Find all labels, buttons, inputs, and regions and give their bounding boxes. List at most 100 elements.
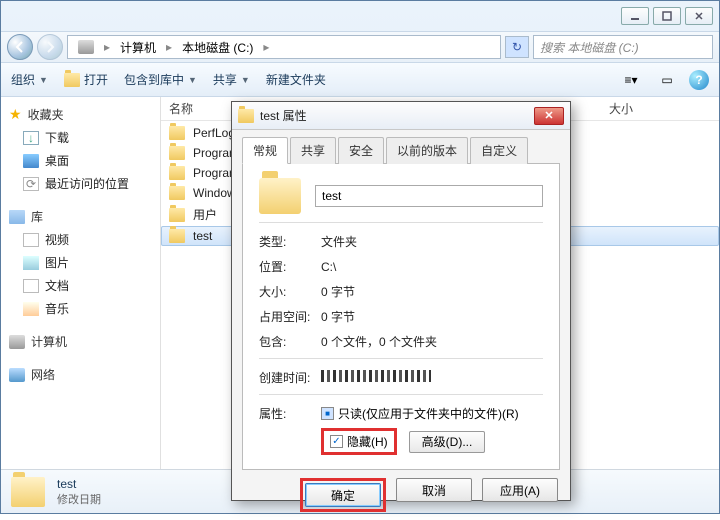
sidebar-item-music[interactable]: 音乐 <box>5 297 156 320</box>
tab-previous[interactable]: 以前的版本 <box>386 137 468 164</box>
sidebar-item-network[interactable]: 网络 <box>5 363 156 386</box>
size-value: 0 字节 <box>321 283 355 300</box>
close-button[interactable] <box>685 7 713 25</box>
details-name: test <box>57 477 101 491</box>
sidebar-item-recent[interactable]: 最近访问的位置 <box>5 172 156 195</box>
ondisk-label: 占用空间: <box>259 308 321 325</box>
tab-custom[interactable]: 自定义 <box>470 137 528 164</box>
size-label: 大小: <box>259 283 321 300</box>
advanced-button[interactable]: 高级(D)... <box>409 431 486 453</box>
video-icon <box>23 233 39 247</box>
chevron-down-icon: ▾ <box>631 73 637 87</box>
folder-icon <box>169 229 185 243</box>
sidebar-item-pictures[interactable]: 图片 <box>5 251 156 274</box>
hidden-checkbox[interactable]: 隐藏(H) <box>330 433 388 450</box>
apply-button[interactable]: 应用(A) <box>482 478 558 502</box>
network-icon <box>9 368 25 382</box>
sidebar-item-video[interactable]: 视频 <box>5 228 156 251</box>
details-meta: 修改日期 <box>57 491 101 507</box>
chevron-down-icon: ▼ <box>241 75 250 85</box>
music-icon <box>23 302 39 316</box>
cancel-button[interactable]: 取消 <box>396 478 472 502</box>
explorer-window: ▸ 计算机 ▸ 本地磁盘 (C:) ▸ ↻ 搜索 本地磁盘 (C:) 组织▼ 打… <box>0 0 720 514</box>
breadcrumb-drive[interactable]: 本地磁盘 (C:) <box>176 39 259 56</box>
folder-name-input[interactable] <box>315 185 543 207</box>
ok-button[interactable]: 确定 <box>305 483 381 507</box>
nav-bar: ▸ 计算机 ▸ 本地磁盘 (C:) ▸ ↻ 搜索 本地磁盘 (C:) <box>1 31 719 63</box>
refresh-button[interactable]: ↻ <box>505 36 529 58</box>
download-icon <box>23 131 39 145</box>
folder-icon <box>238 109 254 123</box>
new-folder-button[interactable]: 新建文件夹 <box>266 71 326 88</box>
chevron-right-icon: ▸ <box>164 40 174 54</box>
pictures-icon <box>23 256 39 270</box>
library-icon <box>9 210 25 224</box>
chevron-right-icon: ▸ <box>102 40 112 54</box>
dialog-title: test 属性 <box>260 107 534 124</box>
type-label: 类型: <box>259 233 321 250</box>
tab-general[interactable]: 常规 <box>242 137 288 164</box>
folder-icon <box>64 73 80 87</box>
organize-menu[interactable]: 组织▼ <box>11 71 48 88</box>
chevron-right-icon: ▸ <box>261 40 271 54</box>
breadcrumb-computer[interactable]: 计算机 <box>114 39 162 56</box>
computer-icon <box>9 335 25 349</box>
include-menu[interactable]: 包含到库中▼ <box>124 71 197 88</box>
open-label: 打开 <box>84 71 108 88</box>
maximize-button[interactable] <box>653 7 681 25</box>
tab-share[interactable]: 共享 <box>290 137 336 164</box>
desktop-icon <box>23 154 39 168</box>
folder-icon <box>169 146 185 160</box>
location-value: C:\ <box>321 260 336 274</box>
folder-icon <box>169 186 185 200</box>
readonly-checkbox[interactable]: 只读(仅应用于文件夹中的文件)(R) <box>321 405 543 422</box>
dialog-titlebar[interactable]: test 属性 ✕ <box>232 102 570 130</box>
attrs-label: 属性: <box>259 405 321 422</box>
window-titlebar <box>1 1 719 31</box>
breadcrumb[interactable]: ▸ 计算机 ▸ 本地磁盘 (C:) ▸ <box>67 35 501 59</box>
minimize-button[interactable] <box>621 7 649 25</box>
forward-button[interactable] <box>37 34 63 60</box>
checkbox-icon <box>321 407 334 420</box>
share-menu[interactable]: 共享▼ <box>213 71 250 88</box>
command-bar: 组织▼ 打开 包含到库中▼ 共享▼ 新建文件夹 ≡▾ ▭ ? <box>1 63 719 97</box>
ondisk-value: 0 字节 <box>321 308 355 325</box>
sidebar-item-computer[interactable]: 计算机 <box>5 330 156 353</box>
created-label: 创建时间: <box>259 369 321 386</box>
folder-icon <box>11 477 45 507</box>
back-button[interactable] <box>7 34 33 60</box>
sidebar-item-documents[interactable]: 文档 <box>5 274 156 297</box>
sidebar-favorites[interactable]: ★收藏夹 <box>5 103 156 126</box>
contains-value: 0 个文件，0 个文件夹 <box>321 333 437 350</box>
type-value: 文件夹 <box>321 233 357 250</box>
favorites-label: 收藏夹 <box>28 106 64 123</box>
preview-pane-button[interactable]: ▭ <box>653 69 681 91</box>
properties-dialog: test 属性 ✕ 常规 共享 安全 以前的版本 自定义 类型:文件夹 位置:C… <box>231 101 571 501</box>
checkbox-icon <box>330 435 343 448</box>
tab-security[interactable]: 安全 <box>338 137 384 164</box>
contains-label: 包含: <box>259 333 321 350</box>
new-folder-label: 新建文件夹 <box>266 71 326 88</box>
redacted-text <box>321 370 431 382</box>
location-label: 位置: <box>259 258 321 275</box>
view-mode-button[interactable]: ≡▾ <box>617 69 645 91</box>
sidebar-item-desktop[interactable]: 桌面 <box>5 149 156 172</box>
created-value <box>321 370 431 385</box>
sidebar-item-downloads[interactable]: 下载 <box>5 126 156 149</box>
documents-icon <box>23 279 39 293</box>
hidden-highlight: 隐藏(H) <box>321 428 397 455</box>
chevron-down-icon: ▼ <box>188 75 197 85</box>
dialog-close-button[interactable]: ✕ <box>534 107 564 125</box>
sidebar-library[interactable]: 库 <box>5 205 156 228</box>
dialog-button-row: 确定 取消 应用(A) <box>232 470 570 520</box>
folder-icon <box>259 178 301 214</box>
folder-icon <box>169 166 185 180</box>
help-button[interactable]: ? <box>689 70 709 90</box>
search-input[interactable]: 搜索 本地磁盘 (C:) <box>533 35 713 59</box>
chevron-down-icon: ▼ <box>39 75 48 85</box>
computer-icon <box>78 40 94 54</box>
navigation-pane: ★收藏夹 下载 桌面 最近访问的位置 库 视频 图片 文档 音乐 计算机 网络 <box>1 97 161 469</box>
open-button[interactable]: 打开 <box>64 71 108 88</box>
folder-icon <box>169 126 185 140</box>
column-size[interactable]: 大小 <box>609 100 711 117</box>
